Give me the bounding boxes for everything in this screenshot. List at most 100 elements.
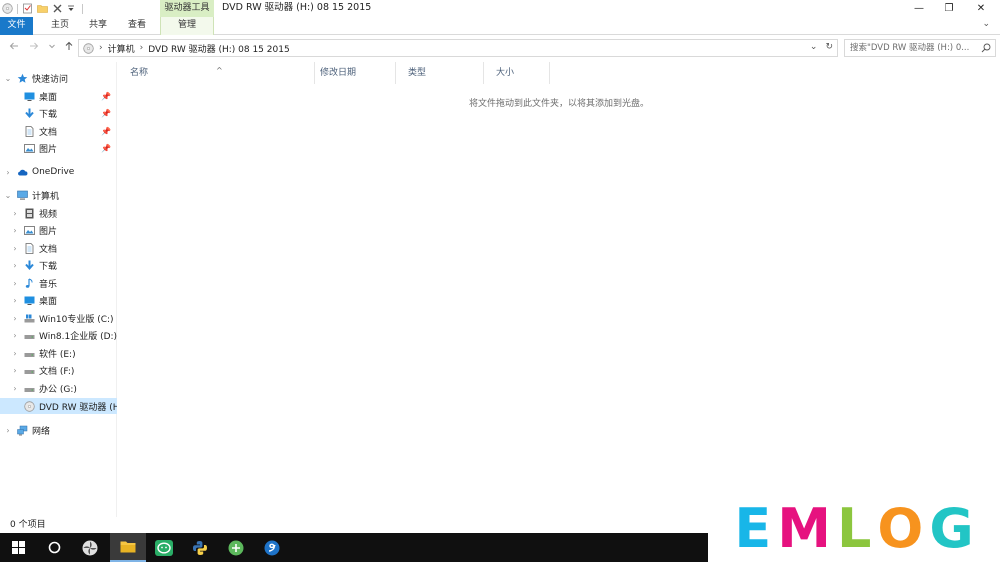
sidebar-item-music[interactable]: › 音乐 <box>0 275 117 291</box>
back-button[interactable] <box>8 41 20 55</box>
sidebar-item-drive-g[interactable]: › 办公 (G:) <box>0 380 117 396</box>
file-list[interactable]: ^ 名称 修改日期 类型 大小 将文件拖动到此文件夹，以将其添加到光盘。 <box>118 62 1000 517</box>
sidebar-item-quick-desktop[interactable]: 桌面 📌 <box>0 88 117 104</box>
dvd-window-icon[interactable] <box>2 3 13 14</box>
start-button[interactable] <box>0 533 36 562</box>
python-button[interactable] <box>182 533 218 562</box>
chevron-right-icon[interactable]: › <box>11 314 19 323</box>
computer-icon <box>17 190 28 200</box>
green-app-button[interactable] <box>218 533 254 562</box>
sidebar-item-onedrive[interactable]: › OneDrive <box>0 164 117 180</box>
ribbon-expand-icon[interactable]: ⌄ <box>982 19 990 29</box>
sidebar-item-drive-c[interactable]: › Win10专业版 (C:) <box>0 310 117 326</box>
chevron-down-icon[interactable]: ⌄ <box>4 191 12 200</box>
chevron-right-icon[interactable]: › <box>11 384 19 393</box>
properties-icon[interactable] <box>22 3 33 14</box>
column-header-name[interactable]: ^ 名称 <box>118 62 315 84</box>
chevron-right-icon[interactable]: › <box>11 331 19 340</box>
video-icon <box>25 208 34 218</box>
new-folder-icon[interactable] <box>37 3 48 14</box>
sidebar-item-label: 快速访问 <box>32 74 69 85</box>
pictures-icon <box>24 143 35 153</box>
sidebar-item-videos[interactable]: › 视频 <box>0 205 117 221</box>
cortana-button[interactable] <box>36 533 72 562</box>
chevron-right-icon[interactable]: › <box>4 426 12 435</box>
watermark-letter-o: O <box>877 496 924 560</box>
column-header-size[interactable]: 大小 <box>484 62 550 84</box>
address-bar[interactable]: › 计算机 › DVD RW 驱动器 (H:) 08 15 2015 ⌄ ↻ <box>78 39 838 57</box>
chevron-right-icon[interactable]: › <box>11 226 19 235</box>
chevron-right-icon[interactable]: › <box>11 349 19 358</box>
pinwheel-app-button[interactable] <box>72 533 108 562</box>
chevron-right-icon[interactable]: › <box>11 296 19 305</box>
sidebar-item-network[interactable]: › 网络 <box>0 422 117 438</box>
chevron-right-icon[interactable]: › <box>11 261 19 270</box>
sidebar-item-drive-e[interactable]: › 软件 (E:) <box>0 345 117 361</box>
chevron-right-icon[interactable]: › <box>4 168 12 177</box>
sidebar-item-quick-pictures[interactable]: 图片 📌 <box>0 140 117 156</box>
cortana-icon <box>48 541 60 554</box>
chevron-down-icon[interactable]: ⌄ <box>4 74 12 83</box>
tab-share[interactable]: 共享 <box>80 17 116 35</box>
search-icon <box>981 43 991 53</box>
maximize-icon: ❐ <box>944 3 954 14</box>
pin-icon[interactable]: 📌 <box>101 92 111 101</box>
sidebar-item-computer[interactable]: ⌄ 计算机 <box>0 187 117 203</box>
address-dropdown-icon[interactable]: ⌄ <box>810 42 818 52</box>
column-header-type[interactable]: 类型 <box>396 62 484 84</box>
sidebar-item-pictures[interactable]: › 图片 <box>0 222 117 238</box>
qat-separator <box>82 3 83 14</box>
sidebar-item-label: Win10专业版 (C:) <box>39 314 114 325</box>
sidebar-item-quick-documents[interactable]: 文档 📌 <box>0 123 117 139</box>
star-icon <box>17 73 28 83</box>
tab-view[interactable]: 查看 <box>119 17 155 35</box>
sidebar-item-drive-d[interactable]: › Win8.1企业版 (D:) <box>0 327 117 343</box>
sidebar-item-quick-downloads[interactable]: 下载 📌 <box>0 105 117 121</box>
maximize-button[interactable]: ❐ <box>934 0 964 17</box>
minimize-button[interactable]: — <box>904 0 934 17</box>
sidebar-item-quick-access[interactable]: ⌄ 快速访问 <box>0 70 117 86</box>
pin-icon[interactable]: 📌 <box>101 109 111 118</box>
watermark-letter-l: L <box>836 496 872 560</box>
chevron-right-icon[interactable]: › <box>11 209 19 218</box>
sidebar-item-label: 图片 <box>39 144 58 155</box>
breadcrumb-computer[interactable]: 计算机 <box>108 42 135 55</box>
chevron-right-icon[interactable]: › <box>11 366 19 375</box>
forward-button[interactable] <box>28 41 40 55</box>
network-icon <box>17 425 28 435</box>
up-button[interactable] <box>63 41 75 55</box>
search-input[interactable]: 搜索"DVD RW 驱动器 (H:) 0... <box>844 39 996 57</box>
qat-dropdown-icon[interactable] <box>67 3 78 14</box>
windows-logo-icon <box>11 541 25 554</box>
close-button[interactable]: ✕ <box>966 0 996 17</box>
watermark-letter-m: M <box>777 496 831 560</box>
sidebar-item-desktop[interactable]: › 桌面 <box>0 292 117 308</box>
pin-icon[interactable]: 📌 <box>101 127 111 136</box>
close-icon: ✕ <box>976 3 986 14</box>
tab-file[interactable]: 文件 <box>0 17 33 35</box>
refresh-icon[interactable]: ↻ <box>825 42 833 52</box>
pin-icon[interactable]: 📌 <box>101 144 111 153</box>
breadcrumb-dvd-drive[interactable]: DVD RW 驱动器 (H:) 08 15 2015 <box>148 42 289 55</box>
sidebar-item-dvd-drive[interactable]: DVD RW 驱动器 (H: <box>0 398 117 414</box>
column-header-date-modified[interactable]: 修改日期 <box>308 62 396 84</box>
sidebar-item-drive-f[interactable]: › 文档 (F:) <box>0 362 117 378</box>
dvd-drive-icon <box>24 400 35 412</box>
watermark-letter-g: G <box>929 496 974 560</box>
delete-icon[interactable] <box>52 3 63 14</box>
breadcrumb-separator[interactable]: › <box>140 43 144 53</box>
empty-folder-message: 将文件拖动到此文件夹，以将其添加到光盘。 <box>468 99 649 109</box>
chevron-right-icon[interactable]: › <box>11 244 19 253</box>
wechat-button[interactable] <box>146 533 182 562</box>
tab-home[interactable]: 主页 <box>42 17 78 35</box>
download-icon <box>25 260 34 270</box>
chevron-right-icon[interactable]: › <box>11 279 19 288</box>
column-header-label: 名称 <box>130 68 149 78</box>
breadcrumb-separator[interactable]: › <box>99 43 103 53</box>
sidebar-item-documents[interactable]: › 文档 <box>0 240 117 256</box>
tab-manage[interactable]: 管理 <box>160 17 214 35</box>
recent-locations-button[interactable] <box>46 41 58 55</box>
sidebar-item-downloads[interactable]: › 下载 <box>0 257 117 273</box>
file-explorer-button[interactable] <box>110 533 146 562</box>
blue-browser-button[interactable] <box>254 533 290 562</box>
